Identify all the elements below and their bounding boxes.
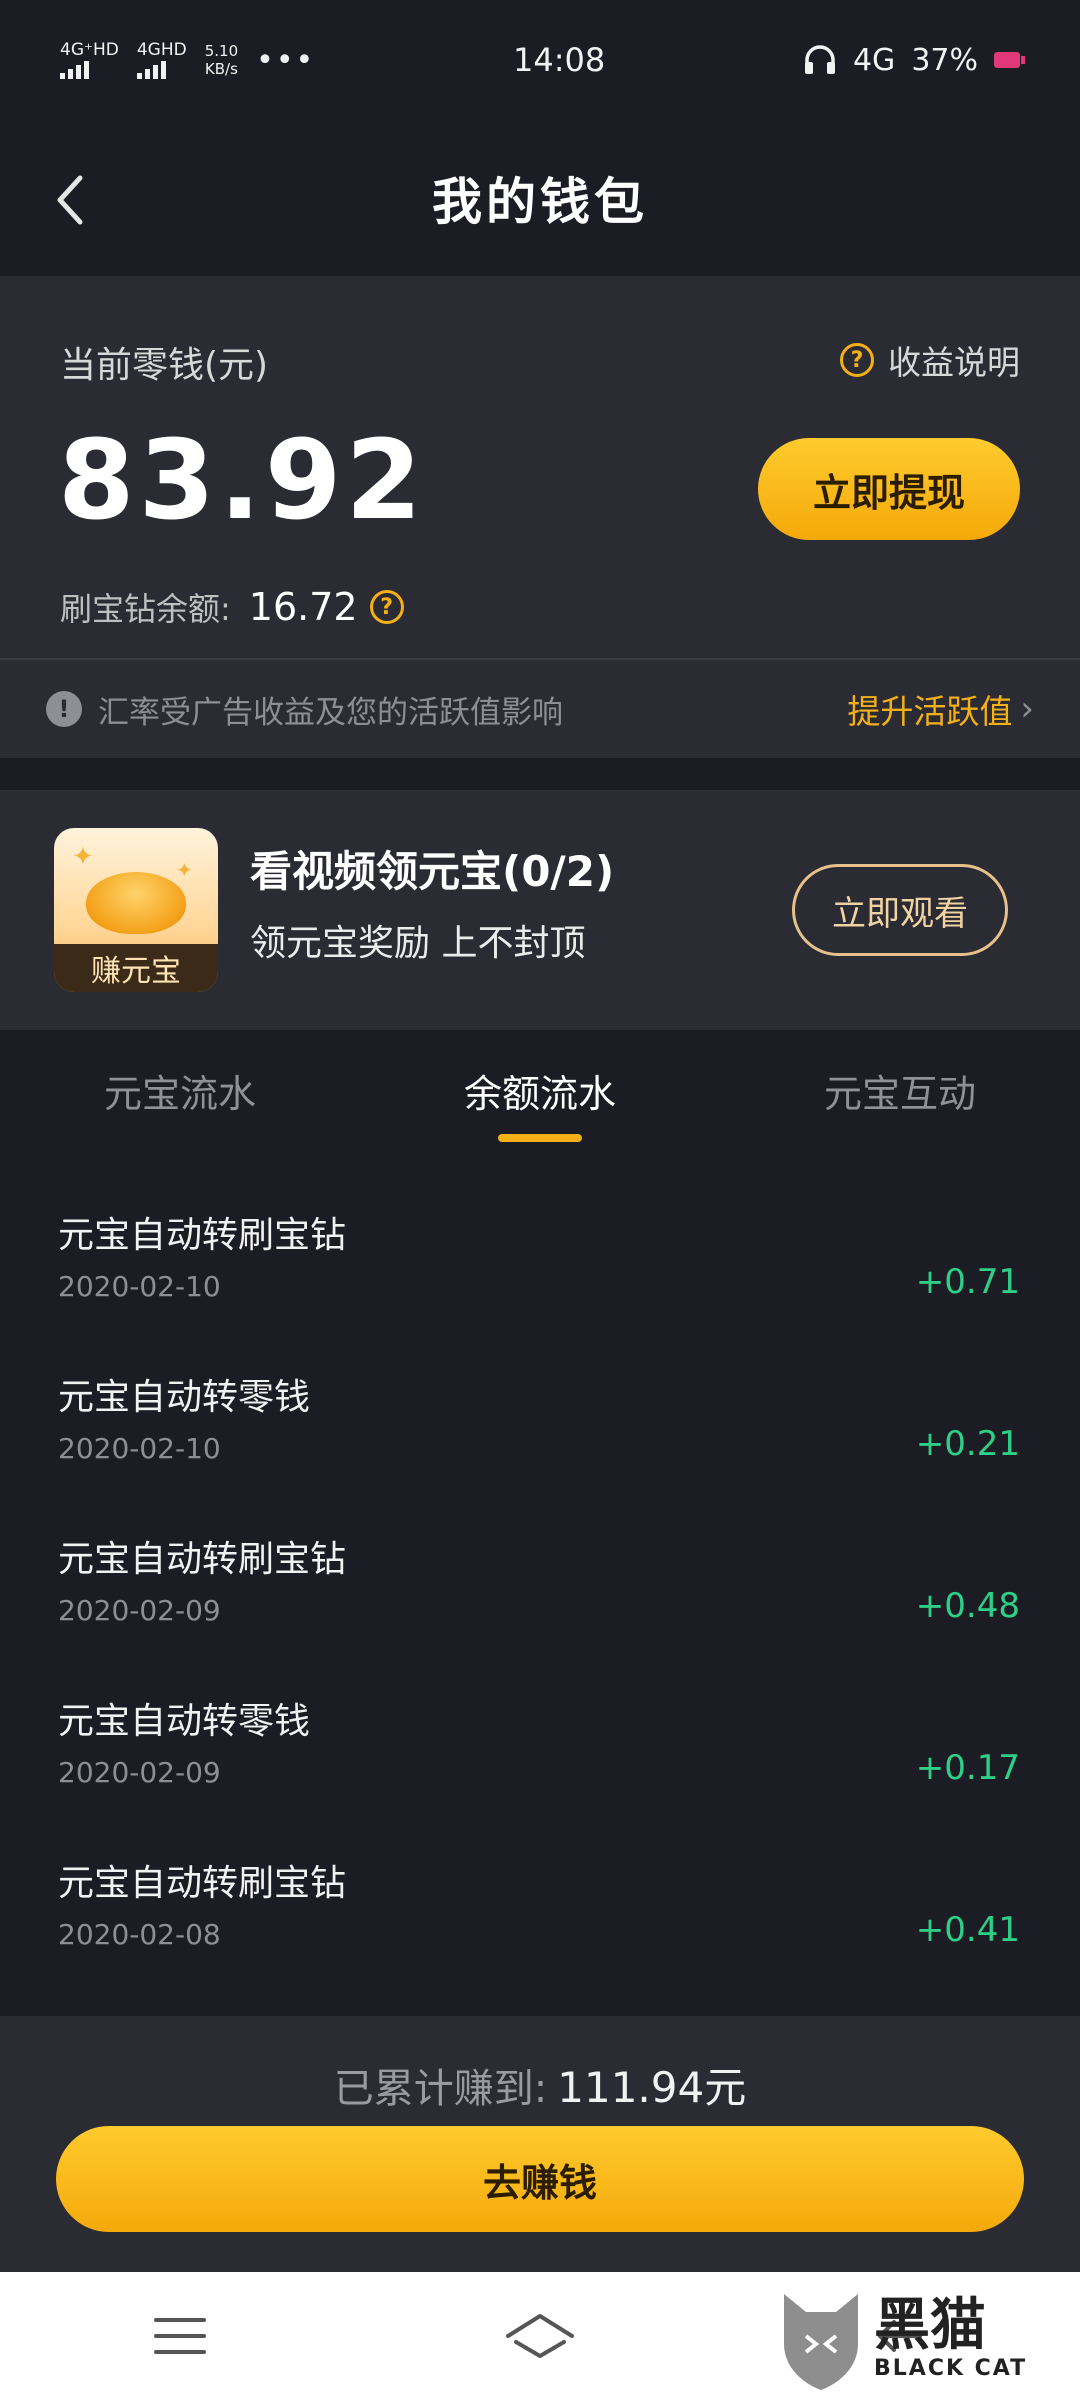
status-bar: 4G⁺HD 4GHD 5.10 KB/s ••• 14:08 4G 37% [0, 0, 1080, 120]
tab-ingot-ledger[interactable]: 元宝流水 [0, 1030, 360, 1150]
transaction-row: 元宝自动转零钱 2020-02-09 +0.17 [0, 1656, 1080, 1818]
go-earn-button[interactable]: 去赚钱 [56, 2126, 1024, 2232]
earnings-help-link[interactable]: ? 收益说明 [840, 336, 1020, 384]
watermark-text: 黑猫 BLACK CAT [874, 2292, 1028, 2381]
chevron-right-icon: › [1020, 689, 1034, 729]
app-header: 我的钱包 [0, 120, 1080, 276]
transaction-row: 元宝自动转刷宝钻 2020-02-09 +0.48 [0, 1494, 1080, 1656]
back-button[interactable] [30, 160, 110, 240]
transaction-title: 元宝自动转刷宝钻 [58, 1215, 347, 1256]
speed-value: 5.10 [204, 42, 239, 60]
withdraw-button[interactable]: 立即提现 [758, 438, 1020, 540]
active-tab-indicator [498, 1134, 582, 1142]
status-right: 4G 37% [803, 42, 1025, 78]
transaction-date: 2020-02-09 [58, 1756, 221, 1789]
watermark-en: BLACK CAT [874, 2355, 1028, 2381]
transaction-list: 元宝自动转刷宝钻 2020-02-10 +0.71 元宝自动转零钱 2020-0… [0, 1170, 1080, 1980]
home-icon [506, 2314, 574, 2358]
transaction-date: 2020-02-10 [58, 1270, 221, 1303]
transaction-amount: +0.41 [915, 1910, 1020, 1950]
tab-balance-ledger[interactable]: 余额流水 [360, 1030, 720, 1150]
total-earned-value: 111.94元 [557, 2063, 747, 2112]
signal-bars-icon [136, 59, 187, 79]
transaction-row: 元宝自动转刷宝钻 2020-02-10 +0.71 [0, 1170, 1080, 1332]
black-cat-watermark: 黑猫 BLACK CAT [776, 2282, 1066, 2394]
tab-label: 余额流水 [463, 1071, 616, 1116]
tab-label: 元宝互动 [823, 1071, 976, 1116]
transaction-date: 2020-02-08 [58, 1918, 221, 1951]
watch-video-promo: ✦ ✦ 赚元宝 看视频领元宝(0/2) 领元宝奖励 上不封顶 立即观看 [0, 790, 1080, 1030]
signal-1: 4G⁺HD [60, 41, 119, 79]
sparkle-icon: ✦ [72, 842, 94, 872]
exchange-rate-notice: ! 汇率受广告收益及您的活跃值影响 提升活跃值 › [0, 658, 1080, 758]
menu-button[interactable] [130, 2296, 230, 2376]
chevron-left-icon [57, 175, 83, 225]
headphones-icon [804, 45, 835, 74]
transaction-row: 元宝自动转零钱 2020-02-10 +0.21 [0, 1332, 1080, 1494]
diamond-balance-row: 刷宝钻余额: 16.72 ? [60, 584, 404, 630]
transaction-row: 元宝自动转刷宝钻 2020-02-08 +0.41 [0, 1818, 1080, 1980]
network-speed: 5.10 KB/s [205, 42, 238, 78]
diamond-balance-label: 刷宝钻余额: [60, 590, 231, 628]
gold-ingot-icon: ✦ ✦ 赚元宝 [54, 828, 218, 992]
diamond-balance-value: 16.72 [248, 585, 358, 629]
boost-activity-link[interactable]: 提升活跃值 › [847, 685, 1034, 733]
notice-text: 汇率受广告收益及您的活跃值影响 [98, 694, 563, 731]
promo-subtitle: 领元宝奖励 上不封顶 [250, 923, 586, 964]
page-title: 我的钱包 [432, 173, 648, 231]
transaction-amount: +0.21 [915, 1424, 1020, 1464]
battery-icon [994, 52, 1025, 68]
home-button[interactable] [490, 2296, 590, 2376]
cat-shield-logo-icon [784, 2294, 858, 2390]
battery-percent: 37% [911, 42, 978, 78]
tab-ingot-interaction[interactable]: 元宝互动 [720, 1030, 1080, 1150]
diamond-help-icon[interactable]: ? [369, 590, 404, 624]
sparkle-icon: ✦ [176, 858, 193, 882]
exclamation-icon: ! [46, 691, 82, 727]
speed-unit: KB/s [204, 60, 238, 78]
network-type-2: 4GHD [136, 40, 187, 60]
promo-icon-label: 赚元宝 [54, 944, 218, 992]
transaction-amount: +0.17 [915, 1748, 1020, 1788]
balance-label: 当前零钱(元) [60, 345, 269, 386]
transaction-title: 元宝自动转零钱 [58, 1377, 311, 1418]
promo-title: 看视频领元宝(0/2) [250, 847, 615, 896]
signal-2: 4GHD [136, 40, 187, 79]
transaction-date: 2020-02-10 [58, 1432, 221, 1465]
earnings-footer: 已累计赚到: 111.94元 去赚钱 [0, 2016, 1080, 2272]
transaction-date: 2020-02-09 [58, 1594, 221, 1627]
transaction-amount: +0.71 [915, 1262, 1020, 1302]
tab-label: 元宝流水 [103, 1071, 256, 1116]
status-time: 14:08 [512, 41, 606, 79]
menu-icon [154, 2318, 206, 2354]
ingot-shape [86, 872, 186, 934]
total-earned: 已累计赚到: 111.94元 [0, 2054, 1080, 2115]
signal-bars-icon [60, 59, 119, 79]
transaction-title: 元宝自动转刷宝钻 [58, 1863, 347, 1904]
transaction-title: 元宝自动转零钱 [58, 1701, 311, 1742]
balance-card: 当前零钱(元) ? 收益说明 83.92 立即提现 刷宝钻余额: 16.72 ?… [0, 276, 1080, 758]
ledger-tabs: 元宝流水 余额流水 元宝互动 [0, 1030, 1080, 1150]
earnings-help-label: 收益说明 [888, 343, 1020, 382]
watch-now-button[interactable]: 立即观看 [792, 864, 1008, 956]
balance-amount: 83.92 [58, 416, 426, 544]
network-type-1: 4G⁺HD [60, 40, 119, 60]
total-earned-label: 已累计赚到: [333, 2066, 548, 2112]
watermark-cn: 黑猫 [874, 2292, 986, 2358]
boost-activity-label: 提升活跃值 [847, 692, 1013, 731]
transaction-amount: +0.48 [915, 1586, 1020, 1626]
status-left: 4G⁺HD 4GHD 5.10 KB/s ••• [60, 41, 315, 79]
transaction-title: 元宝自动转刷宝钻 [58, 1539, 347, 1580]
more-notifications-icon: ••• [256, 42, 316, 78]
network-type-3: 4G [852, 42, 896, 78]
question-icon: ? [840, 343, 874, 377]
